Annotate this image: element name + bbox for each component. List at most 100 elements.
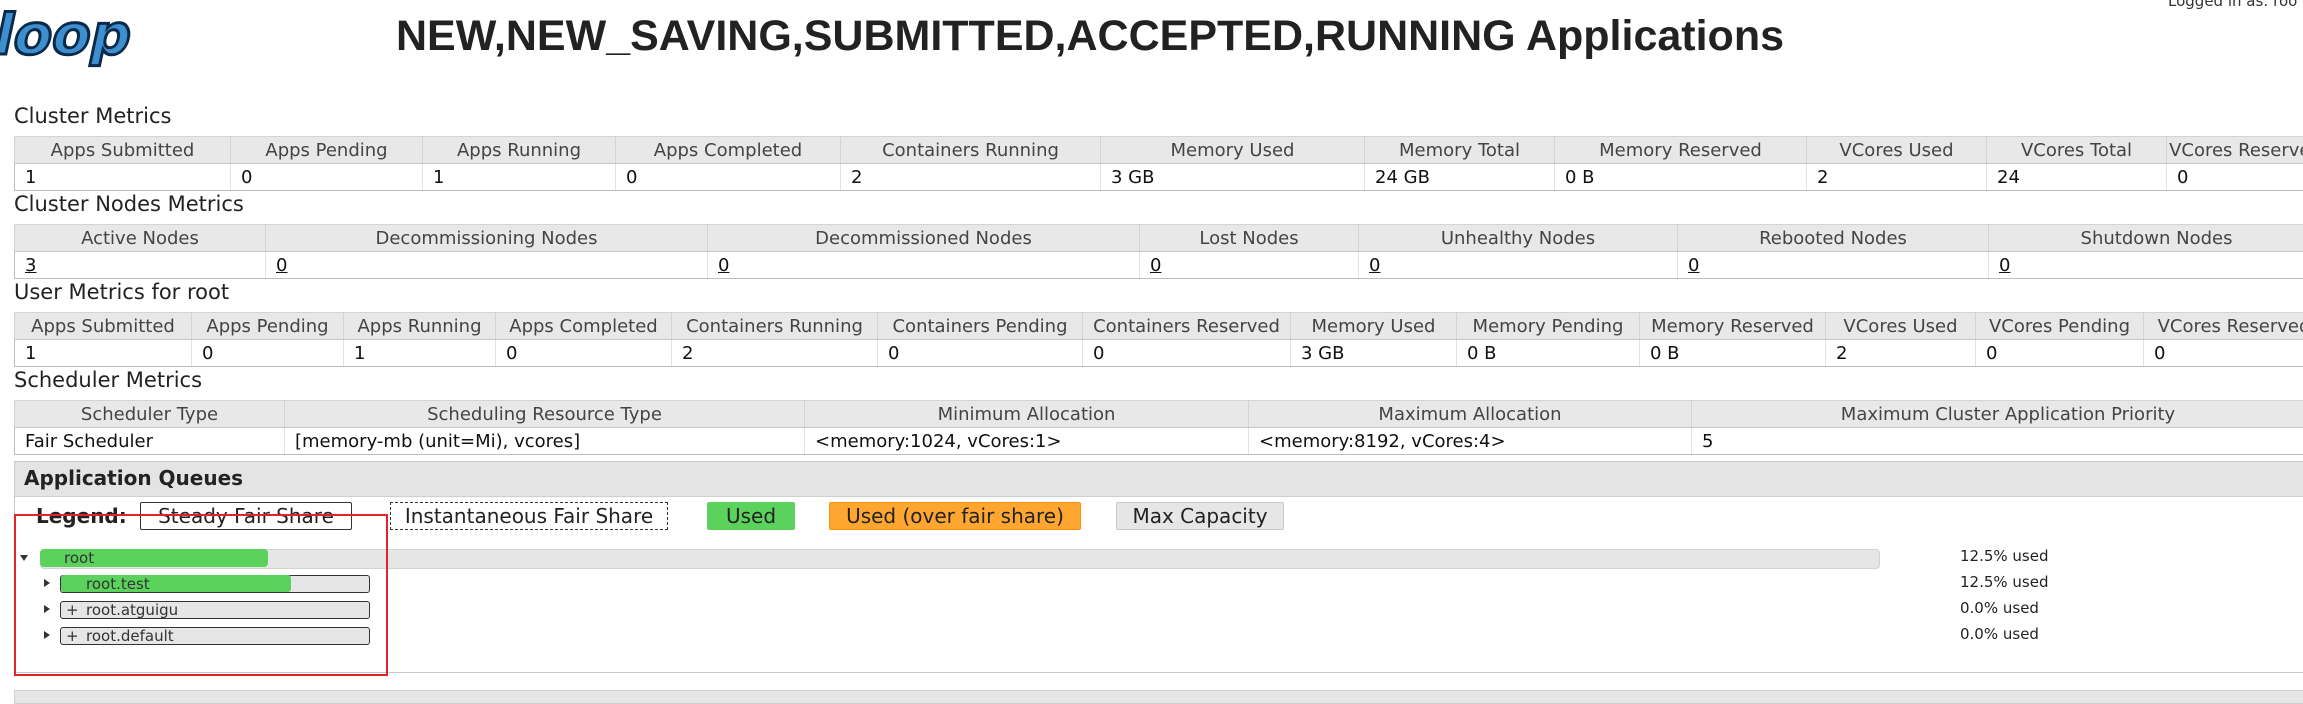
cell-value: 1: [423, 164, 616, 191]
col-max-cluster-app-priority[interactable]: Maximum Cluster Application Priority: [1692, 401, 2303, 428]
col-vcores-reserved[interactable]: VCores Reserved: [2167, 137, 2303, 164]
cluster-metrics-table: Apps Submitted Apps Pending Apps Running…: [14, 136, 2303, 191]
col-scheduler-type[interactable]: Scheduler Type: [15, 401, 285, 428]
col-containers-running[interactable]: Containers Running: [841, 137, 1101, 164]
col-memory-total[interactable]: Memory Total: [1365, 137, 1555, 164]
cell-value: 3: [15, 252, 266, 279]
cell-value: 1: [15, 340, 192, 367]
col-vcores-total[interactable]: VCores Total: [1987, 137, 2167, 164]
queue-root-default-used: 0.0% used: [1960, 625, 2039, 643]
cell-value: 1: [15, 164, 231, 191]
col-decommissioning-nodes[interactable]: Decommissioning Nodes: [266, 225, 708, 252]
col-shutdown-nodes[interactable]: Shutdown Nodes: [1989, 225, 2303, 252]
col-memory-used[interactable]: Memory Used: [1101, 137, 1365, 164]
cell-value: <memory:1024, vCores:1>: [805, 428, 1249, 455]
cell-value: 24 GB: [1365, 164, 1555, 191]
col-containers-running[interactable]: Containers Running: [672, 313, 878, 340]
logged-in-user: Logged in as: roo: [2168, 0, 2297, 10]
cell-value: Fair Scheduler: [15, 428, 285, 455]
legend-used: Used: [707, 502, 795, 530]
rebooted-nodes-link[interactable]: 0: [1688, 255, 1699, 276]
col-scheduling-resource-type[interactable]: Scheduling Resource Type: [285, 401, 805, 428]
cell-value: 0: [1359, 252, 1678, 279]
legend-instantaneous-fair-share: Instantaneous Fair Share: [390, 502, 668, 530]
table-row: 1 0 1 0 2 0 0 3 GB 0 B 0 B 2 0 0: [15, 340, 2303, 367]
col-memory-pending[interactable]: Memory Pending: [1457, 313, 1640, 340]
col-apps-running[interactable]: Apps Running: [344, 313, 496, 340]
col-containers-pending[interactable]: Containers Pending: [878, 313, 1083, 340]
queue-root-test-used: 12.5% used: [1960, 573, 2049, 591]
cell-value: 0 B: [1640, 340, 1826, 367]
hadoop-logo: loop: [0, 4, 142, 74]
cell-value: 3 GB: [1101, 164, 1365, 191]
col-apps-completed[interactable]: Apps Completed: [496, 313, 672, 340]
highlight-box: [14, 514, 388, 676]
col-decommissioned-nodes[interactable]: Decommissioned Nodes: [708, 225, 1140, 252]
cell-value: 0 B: [1555, 164, 1807, 191]
cell-value: [memory-mb (unit=Mi), vcores]: [285, 428, 805, 455]
unhealthy-nodes-link[interactable]: 0: [1369, 255, 1380, 276]
cell-value: 0: [878, 340, 1083, 367]
col-vcores-used[interactable]: VCores Used: [1826, 313, 1976, 340]
queue-root-atguigu-used: 0.0% used: [1960, 599, 2039, 617]
decommissioning-nodes-link[interactable]: 0: [276, 255, 287, 276]
col-apps-pending[interactable]: Apps Pending: [231, 137, 423, 164]
col-apps-pending[interactable]: Apps Pending: [192, 313, 344, 340]
cell-value: 0: [1989, 252, 2303, 279]
col-memory-reserved[interactable]: Memory Reserved: [1640, 313, 1826, 340]
cluster-nodes-metrics-title: Cluster Nodes Metrics: [14, 192, 244, 216]
user-metrics-table: Apps Submitted Apps Pending Apps Running…: [14, 312, 2303, 367]
cell-value: 0: [496, 340, 672, 367]
cell-value: 5: [1692, 428, 2303, 455]
cell-value: 0: [2167, 164, 2303, 191]
legend-max-capacity: Max Capacity: [1116, 502, 1284, 530]
col-active-nodes[interactable]: Active Nodes: [15, 225, 266, 252]
cell-value: 0: [192, 340, 344, 367]
table-row: 3 0 0 0 0 0 0: [15, 252, 2303, 279]
table-row: 1 0 1 0 2 3 GB 24 GB 0 B 2 24 0: [15, 164, 2303, 191]
user-metrics-title: User Metrics for root: [14, 280, 229, 304]
cell-value: 0: [1083, 340, 1291, 367]
col-apps-running[interactable]: Apps Running: [423, 137, 616, 164]
col-lost-nodes[interactable]: Lost Nodes: [1140, 225, 1359, 252]
col-vcores-pending[interactable]: VCores Pending: [1976, 313, 2144, 340]
lost-nodes-link[interactable]: 0: [1150, 255, 1161, 276]
col-vcores-used[interactable]: VCores Used: [1807, 137, 1987, 164]
col-apps-submitted[interactable]: Apps Submitted: [15, 137, 231, 164]
cell-value: 24: [1987, 164, 2167, 191]
cell-value: 2: [1807, 164, 1987, 191]
cell-value: 0: [1678, 252, 1989, 279]
shutdown-nodes-link[interactable]: 0: [1999, 255, 2010, 276]
cell-value: 0: [1976, 340, 2144, 367]
col-rebooted-nodes[interactable]: Rebooted Nodes: [1678, 225, 1989, 252]
col-unhealthy-nodes[interactable]: Unhealthy Nodes: [1359, 225, 1678, 252]
col-maximum-allocation[interactable]: Maximum Allocation: [1249, 401, 1692, 428]
cell-value: 2: [841, 164, 1101, 191]
application-queues-title: Application Queues: [24, 466, 243, 490]
cell-value: 0 B: [1457, 340, 1640, 367]
col-vcores-reserved[interactable]: VCores Reserved: [2144, 313, 2303, 340]
table-row: Fair Scheduler [memory-mb (unit=Mi), vco…: [15, 428, 2303, 455]
cell-value: 0: [616, 164, 841, 191]
page-title: NEW,NEW_SAVING,SUBMITTED,ACCEPTED,RUNNIN…: [300, 12, 1880, 61]
col-memory-used[interactable]: Memory Used: [1291, 313, 1457, 340]
scheduler-metrics-title: Scheduler Metrics: [14, 368, 202, 392]
col-containers-reserved[interactable]: Containers Reserved: [1083, 313, 1291, 340]
col-apps-completed[interactable]: Apps Completed: [616, 137, 841, 164]
cell-value: 0: [2144, 340, 2303, 367]
cell-value: 1: [344, 340, 496, 367]
logo-text: loop: [0, 4, 138, 68]
col-apps-submitted[interactable]: Apps Submitted: [15, 313, 192, 340]
cell-value: <memory:8192, vCores:4>: [1249, 428, 1692, 455]
cell-value: 0: [1140, 252, 1359, 279]
col-memory-reserved[interactable]: Memory Reserved: [1555, 137, 1807, 164]
active-nodes-link[interactable]: 3: [25, 255, 36, 276]
legend-used-over-fair-share: Used (over fair share): [829, 502, 1081, 530]
cluster-metrics-title: Cluster Metrics: [14, 104, 171, 128]
decommissioned-nodes-link[interactable]: 0: [718, 255, 729, 276]
cell-value: 3 GB: [1291, 340, 1457, 367]
cell-value: 0: [708, 252, 1140, 279]
cell-value: 2: [672, 340, 878, 367]
col-minimum-allocation[interactable]: Minimum Allocation: [805, 401, 1249, 428]
next-section-header: [14, 690, 2303, 704]
